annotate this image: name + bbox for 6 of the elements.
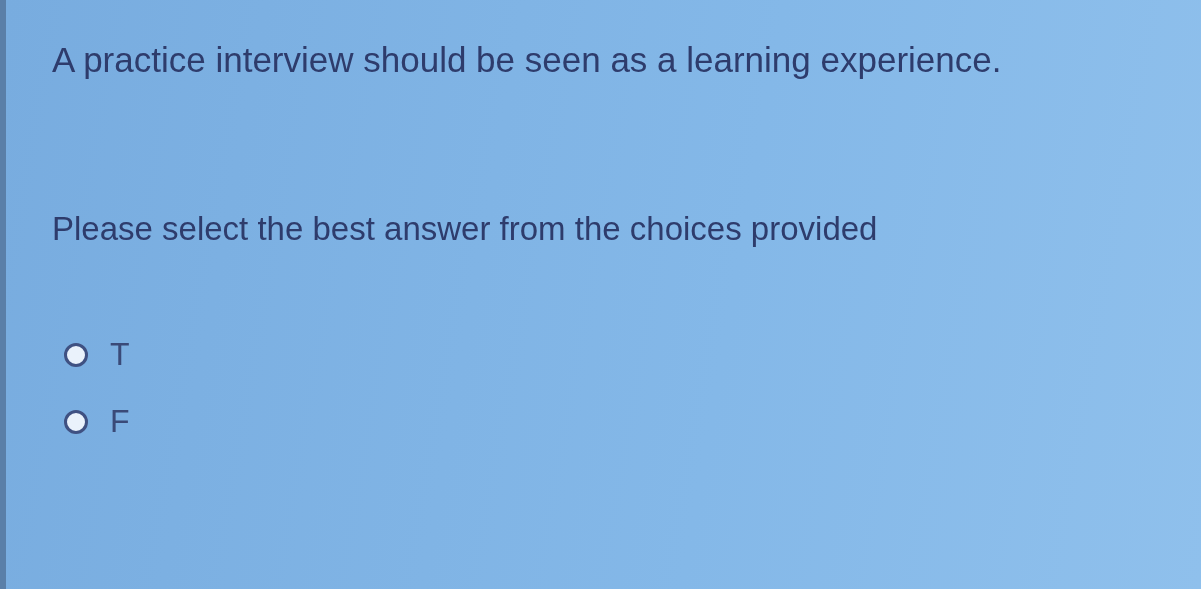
answer-option[interactable]: T [64,336,130,373]
answer-option[interactable]: F [64,403,130,440]
radio-button[interactable] [64,342,88,367]
instruction-text: Please select the best answer from the choices provided [52,210,879,248]
question-text: A practice interview should be seen as a learning experience. [52,40,1003,80]
radio-button[interactable] [64,409,88,434]
